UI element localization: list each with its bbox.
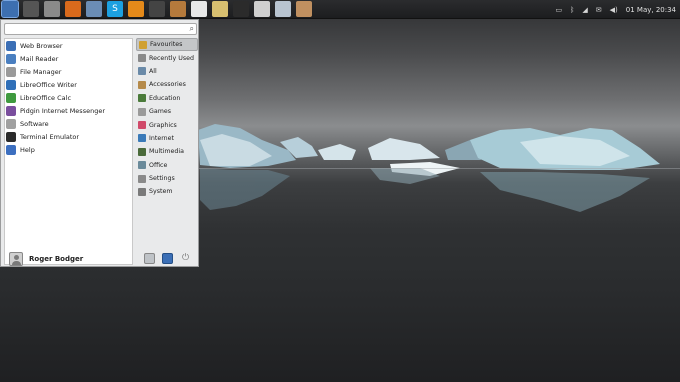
skype-icon[interactable]: S — [107, 1, 123, 17]
calculator-icon[interactable] — [254, 1, 270, 17]
category-multimedia[interactable]: Multimedia — [136, 145, 198, 158]
favourite-label: Web Browser — [20, 41, 63, 50]
logout-icon[interactable]: ⏻ — [180, 253, 191, 264]
image-viewer-icon[interactable] — [170, 1, 186, 17]
games-icon — [138, 107, 146, 116]
avatar — [9, 251, 23, 266]
category-list: Favourites Recently Used All Accessories Edu… — [136, 38, 198, 199]
clock-icon — [138, 54, 146, 63]
firefox-icon[interactable] — [65, 1, 81, 17]
favourite-label: Pidgin Internet Messenger — [20, 106, 105, 115]
favourite-item[interactable]: Mail Reader — [5, 52, 132, 65]
pidgin-icon — [6, 105, 16, 116]
system-icon — [138, 187, 146, 196]
favourite-label: Software — [20, 119, 49, 128]
files-icon[interactable] — [44, 1, 60, 17]
category-internet[interactable]: Internet — [136, 132, 198, 145]
user-name: Roger Bodger — [29, 254, 84, 263]
favourite-item[interactable]: Help — [5, 143, 132, 156]
category-label: Internet — [149, 134, 175, 142]
favourite-label: LibreOffice Calc — [20, 93, 72, 102]
favourite-item[interactable]: Terminal Emulator — [5, 130, 132, 143]
folder-icon — [6, 66, 16, 77]
paint-icon[interactable] — [149, 1, 165, 17]
disc-icon[interactable] — [23, 1, 39, 17]
document-icon[interactable] — [191, 1, 207, 17]
category-label: Office — [149, 161, 168, 169]
favourite-label: Terminal Emulator — [20, 132, 80, 141]
notes-icon[interactable] — [212, 1, 228, 17]
calc-icon — [6, 92, 16, 103]
clock[interactable]: 01 May, 20:34 — [626, 6, 676, 14]
application-menu: ⌕ Web Browser Mail Reader File Manager Libr… — [0, 19, 199, 267]
favourite-item[interactable]: LibreOffice Calc — [5, 91, 132, 104]
favourite-item[interactable]: Software — [5, 117, 132, 130]
category-all[interactable]: All — [136, 65, 198, 78]
category-favourites[interactable]: Favourites — [136, 38, 198, 52]
accessories-icon — [138, 80, 146, 89]
category-label: Games — [149, 108, 172, 116]
category-system[interactable]: System — [136, 185, 198, 198]
settings-icon — [138, 174, 146, 183]
category-label: Recently Used — [149, 54, 195, 62]
mail-icon[interactable]: ✉ — [596, 6, 602, 14]
screenshot-icon[interactable] — [275, 1, 291, 17]
terminal-icon[interactable] — [233, 1, 249, 17]
archive-icon[interactable] — [296, 1, 312, 17]
favourite-label: Mail Reader — [20, 54, 59, 63]
favourite-label: Help — [20, 145, 35, 154]
globe-icon — [6, 40, 16, 51]
favourite-item[interactable]: Web Browser — [5, 39, 132, 52]
menu-footer: Roger Bodger ⏻ — [1, 250, 198, 267]
category-accessories[interactable]: Accessories — [136, 78, 198, 91]
category-label: Settings — [149, 175, 175, 183]
mail-icon — [6, 53, 16, 64]
favourite-item[interactable]: File Manager — [5, 65, 132, 78]
category-label: Graphics — [149, 121, 177, 129]
writer-icon — [6, 79, 16, 90]
top-panel: S ▭ ᛒ ◢ ✉ ◀) 01 May, 20:34 — [0, 0, 680, 19]
multimedia-icon — [138, 147, 146, 156]
category-games[interactable]: Games — [136, 105, 198, 118]
software-icon — [6, 118, 16, 129]
help-icon — [6, 144, 16, 155]
lock-screen-icon[interactable] — [162, 253, 173, 264]
category-label: Accessories — [149, 81, 186, 89]
search-icon: ⌕ — [189, 24, 194, 33]
favourite-item[interactable]: LibreOffice Writer — [5, 78, 132, 91]
vlc-icon[interactable] — [128, 1, 144, 17]
category-graphics[interactable]: Graphics — [136, 118, 198, 131]
education-icon — [138, 94, 146, 103]
battery-icon[interactable]: ▭ — [556, 6, 563, 14]
category-office[interactable]: Office — [136, 159, 198, 172]
star-icon — [139, 40, 147, 49]
category-label: Education — [149, 94, 181, 102]
settings-icon[interactable] — [86, 1, 102, 17]
category-label: System — [149, 188, 173, 196]
category-settings[interactable]: Settings — [136, 172, 198, 185]
network-icon[interactable]: ◢ — [582, 6, 587, 14]
internet-icon — [138, 134, 146, 143]
search-field[interactable]: ⌕ — [4, 23, 197, 42]
whisker-menu-icon[interactable] — [1, 0, 19, 18]
office-icon — [138, 161, 146, 170]
category-label: All — [149, 67, 157, 75]
category-label: Multimedia — [149, 148, 185, 156]
favourites-list: Web Browser Mail Reader File Manager LibreO… — [4, 38, 133, 265]
volume-icon[interactable]: ◀) — [610, 6, 618, 14]
category-recently-used[interactable]: Recently Used — [136, 51, 198, 64]
favourite-item[interactable]: Pidgin Internet Messenger — [5, 104, 132, 117]
terminal-icon — [6, 131, 16, 142]
graphics-icon — [138, 121, 146, 130]
all-icon — [138, 67, 146, 76]
favourite-label: File Manager — [20, 67, 62, 76]
favourite-label: LibreOffice Writer — [20, 80, 77, 89]
category-education[interactable]: Education — [136, 92, 198, 105]
system-tray: ▭ ᛒ ◢ ✉ ◀) 01 May, 20:34 — [556, 0, 676, 19]
settings-manager-icon[interactable] — [144, 253, 155, 264]
bluetooth-icon[interactable]: ᛒ — [570, 6, 574, 14]
category-label: Favourites — [150, 41, 183, 49]
